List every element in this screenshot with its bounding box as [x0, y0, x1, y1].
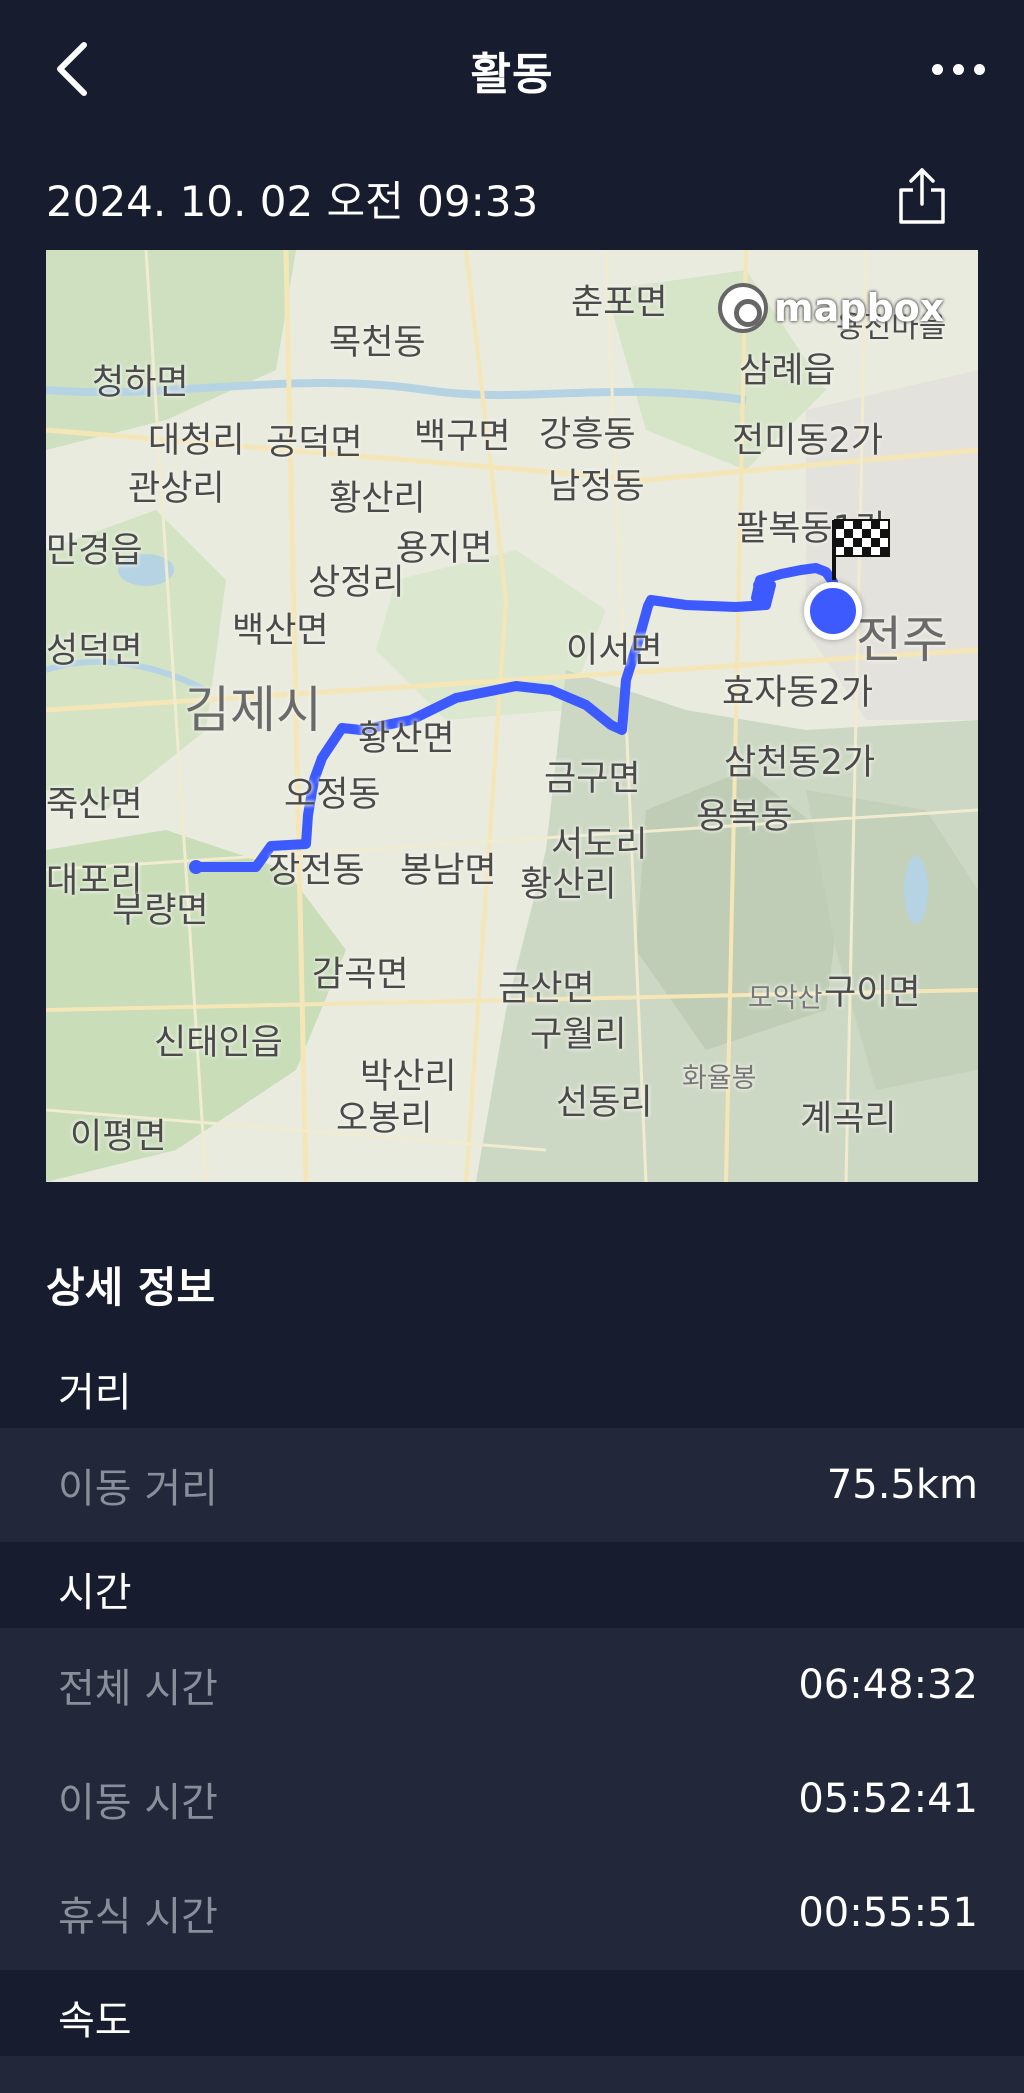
- map-label: 만경읍: [46, 531, 143, 571]
- route-map[interactable]: 춘포면 목천동 용전마을 청하면 삼례읍 대청리 공덕면 백구면 강흥동 전미동…: [46, 250, 978, 1182]
- map-label: 공덕면: [266, 423, 363, 463]
- map-label: 선동리: [556, 1083, 653, 1123]
- map-label: 화율봉: [682, 1063, 757, 1094]
- map-label: 금산면: [498, 969, 595, 1009]
- chevron-left-icon: [57, 42, 87, 96]
- map-label: 삼례읍: [739, 351, 836, 391]
- stat-row-moving-time: 이동 시간 05:52:41: [58, 1776, 978, 1826]
- map-label: 이평면: [70, 1117, 167, 1157]
- time-rows: 전체 시간 06:48:32 이동 시간 05:52:41 휴식 시간 00:5…: [0, 1628, 1024, 1970]
- share-icon: [899, 168, 945, 224]
- route-start-dot: [189, 860, 203, 874]
- map-label: 대청리: [148, 421, 245, 461]
- map-label: 용복동: [696, 797, 793, 837]
- map-label: 성덕면: [46, 631, 143, 671]
- activity-datetime: 2024. 10. 02 오전 09:33: [46, 176, 539, 226]
- map-label: 관상리: [128, 469, 225, 509]
- time-group-label: 시간: [58, 1570, 132, 1616]
- top-app-bar: 활동: [0, 0, 1024, 140]
- activity-date-row: 2024. 10. 02 오전 09:33: [0, 160, 1024, 236]
- map-label: 장전동: [268, 851, 365, 891]
- stat-row-moving-distance: 이동 거리 75.5km: [58, 1462, 978, 1512]
- map-label: 춘포면: [571, 283, 668, 323]
- map-label: 모악산: [748, 983, 823, 1014]
- stat-row-rest-time: 휴식 시간 00:55:51: [58, 1890, 978, 1940]
- map-label: 백산면: [232, 611, 329, 651]
- map-label: 목천동: [329, 323, 426, 363]
- map-label: 금구면: [544, 759, 641, 799]
- more-options-button[interactable]: [918, 46, 998, 92]
- map-label: 강흥동: [539, 415, 636, 455]
- map-label: 오봉리: [336, 1099, 433, 1139]
- map-label: 상정리: [308, 563, 405, 603]
- mapbox-attribution[interactable]: mapbox: [718, 280, 944, 336]
- map-label: 죽산면: [46, 785, 143, 825]
- map-label: 봉남면: [400, 851, 497, 891]
- map-label: 감곡면: [312, 955, 409, 995]
- speed-rows: [0, 2056, 1024, 2093]
- map-label: 전미동2가: [732, 421, 884, 461]
- speed-group-label: 속도: [58, 1998, 132, 2044]
- checkered-flag-icon: [832, 519, 890, 580]
- map-label: 이서면: [566, 631, 663, 671]
- map-label: 황산면: [358, 719, 455, 759]
- distance-group-label: 거리: [58, 1370, 132, 1416]
- map-label: 전주: [856, 611, 948, 669]
- map-label: 김제시: [184, 681, 322, 739]
- map-label: 삼천동2가: [724, 743, 876, 783]
- map-label: 백구면: [414, 417, 511, 457]
- more-horizontal-icon: [931, 63, 943, 75]
- map-label: 구월리: [530, 1015, 627, 1055]
- map-label: 계곡리: [800, 1099, 897, 1139]
- mapbox-logo-icon: [718, 283, 768, 333]
- stat-row-total-time: 전체 시간 06:48:32: [58, 1662, 978, 1712]
- map-label: 청하면: [92, 363, 189, 403]
- page-title: 활동: [470, 49, 554, 100]
- back-button[interactable]: [44, 38, 100, 100]
- share-button[interactable]: [890, 160, 954, 232]
- map-label: 황산리: [520, 865, 617, 905]
- map-label: 용지면: [396, 529, 493, 569]
- details-section-title: 상세 정보: [46, 1263, 216, 1312]
- map-label: 부량면: [112, 891, 209, 931]
- map-label: 남정동: [548, 467, 645, 507]
- map-label: 오정동: [284, 775, 381, 815]
- distance-rows: 이동 거리 75.5km: [0, 1428, 1024, 1542]
- map-label: 구이면: [824, 973, 921, 1013]
- map-label: 신태인읍: [154, 1023, 283, 1063]
- location-dot-icon: [804, 582, 862, 640]
- map-label: 황산리: [329, 479, 426, 519]
- map-label: 효자동2가: [722, 673, 874, 713]
